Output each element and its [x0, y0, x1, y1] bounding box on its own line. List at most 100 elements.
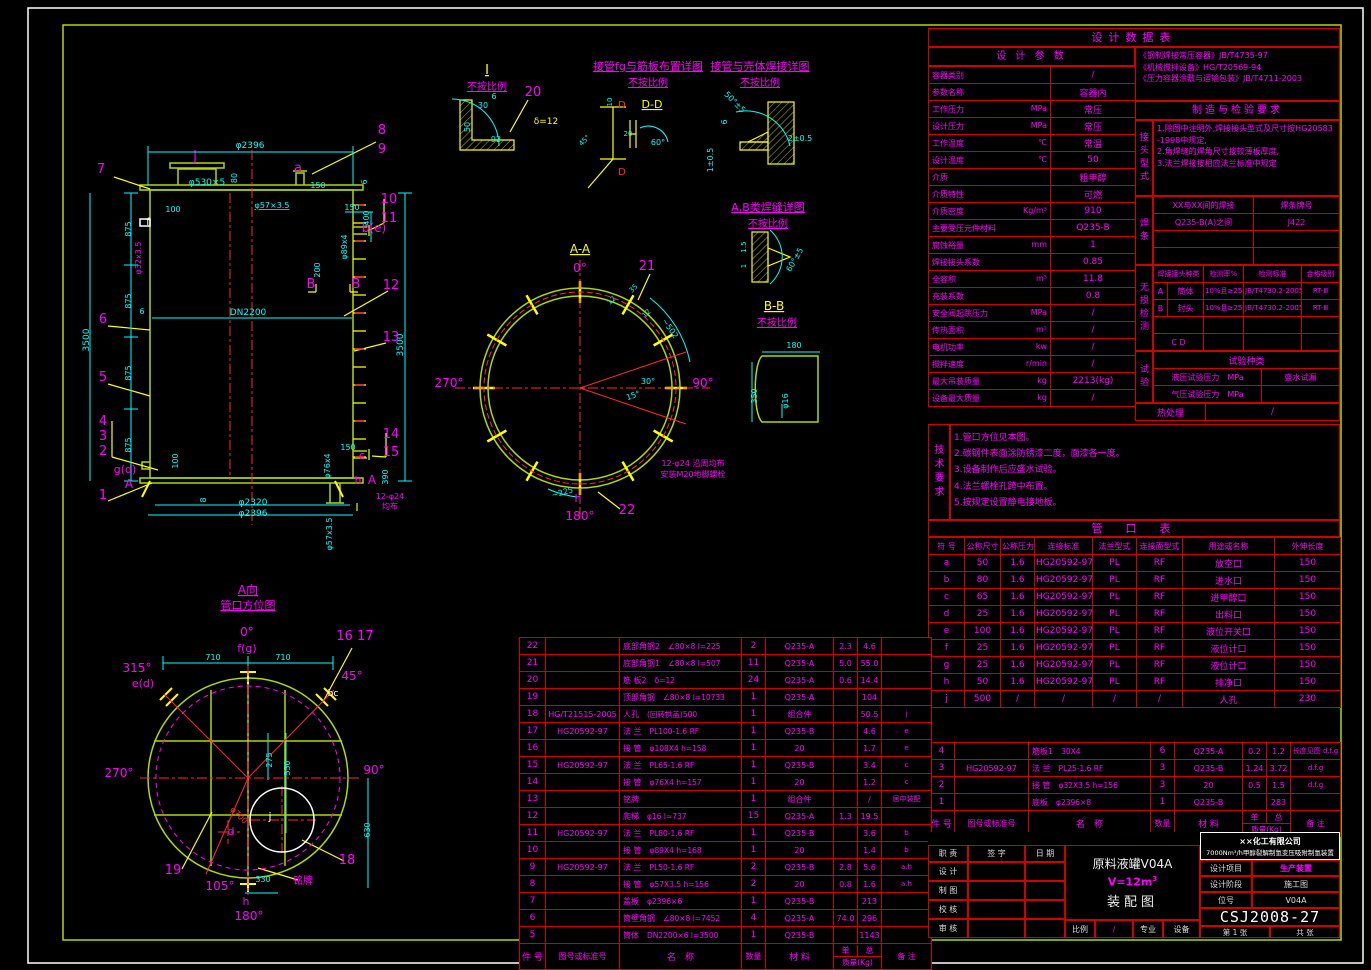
- cell: 法 兰PL25-1.6 RF: [1029, 760, 1151, 777]
- cell: 50.5: [858, 706, 882, 723]
- cell: Q235-A: [766, 638, 834, 655]
- cell: 检测率%: [1204, 266, 1244, 283]
- cell: 全容积m³: [929, 271, 1051, 288]
- cell: 1: [1051, 237, 1136, 254]
- cell: 1: [742, 757, 766, 774]
- cell: 5.0: [834, 655, 858, 672]
- cad-label: I: [485, 63, 489, 78]
- cell: 50: [1051, 152, 1136, 169]
- cad-label: 3500: [82, 328, 92, 351]
- cell: 法 兰PL80-1.6 RF: [620, 825, 742, 842]
- cell: 3: [1151, 777, 1175, 794]
- cell: 500: [965, 691, 1001, 708]
- standard-item: 《机械搅拌设备》HG/T20569-94: [1139, 62, 1336, 74]
- cell: b: [929, 572, 965, 589]
- cell: 11: [742, 655, 766, 672]
- project-value: 生产装置: [1252, 860, 1340, 876]
- cell: 80: [965, 572, 1001, 589]
- technical-requirements: 技术要求 1.管口方位见本图。2.碳钢件表面涂防锈漆二度，面漆各一度。3.设备制…: [928, 424, 1340, 520]
- cell: /: [1137, 691, 1183, 708]
- cell: f: [929, 640, 965, 657]
- sign-cell: [968, 919, 1025, 938]
- cell: 50: [965, 555, 1001, 572]
- techreq-note: 1.管口方位见本图。: [954, 430, 1336, 446]
- cad-label: 1: [99, 488, 107, 503]
- cad-label: 550: [283, 760, 292, 775]
- cad-label: 1: [740, 264, 748, 268]
- cell: 公称尺寸: [965, 538, 1001, 555]
- cad-label: 铭牌: [293, 874, 313, 887]
- cell: 100: [965, 623, 1001, 640]
- cell: [546, 638, 620, 655]
- cad-label: 275: [265, 752, 274, 767]
- cell: c: [882, 757, 932, 774]
- company-name: ××化工有限公司: [1239, 836, 1300, 847]
- cell: 粗甲醇: [1051, 169, 1136, 186]
- cell: RF: [1137, 606, 1183, 623]
- cad-label: 150: [310, 181, 325, 190]
- standard-item: 《压力容器涂敷与运输包装》JB/T4711-2003: [1139, 73, 1336, 85]
- cell: JB/T4730.2-2005: [1244, 300, 1302, 317]
- cell: 14.4: [858, 672, 882, 689]
- cad-label: 60°: [651, 138, 665, 147]
- cell: 230: [1275, 691, 1341, 708]
- cell: PL: [1093, 623, 1137, 640]
- cell: 1.6: [1001, 589, 1035, 606]
- cell: /: [1206, 404, 1340, 421]
- cell: b: [882, 842, 932, 859]
- cell: 用途或名称: [1183, 538, 1275, 555]
- cell: HG20592-97: [546, 757, 620, 774]
- cell: 11: [520, 825, 546, 842]
- cell: 出料口: [1183, 606, 1275, 623]
- cell: 接 管φ32X3.5 h=156: [1029, 777, 1151, 794]
- nozzle-table: 符 号公称尺寸公称压力连接标准法兰型式连接面型式用途或名称外伸长度a501.6H…: [928, 537, 1341, 708]
- cell: [834, 825, 858, 842]
- cad-label: 安装M20地脚螺栓: [660, 469, 725, 479]
- cell: 1: [742, 791, 766, 808]
- cell: 3: [1151, 760, 1175, 777]
- cell: PL: [1093, 606, 1137, 623]
- cell: 1: [742, 893, 766, 910]
- cad-label: 150: [340, 443, 355, 452]
- cad-label: δ=12: [534, 117, 559, 127]
- cell: 2213(kg): [1051, 373, 1136, 390]
- cad-label: 875: [124, 437, 133, 452]
- cad-label: 不按比例: [467, 80, 507, 93]
- major-value: 设备: [1163, 920, 1200, 938]
- cell: Q235-B: [766, 893, 834, 910]
- cell: MPa: [1227, 373, 1243, 382]
- cad-label: 180: [786, 341, 801, 350]
- cell: 人孔: [1183, 691, 1275, 708]
- cad-label: g(d): [114, 463, 137, 476]
- techreq-label: 技术要求: [928, 424, 950, 520]
- standard-item: 《钢制焊接常压容器》JB/T4735-97: [1139, 50, 1336, 62]
- cell: Q235-B: [766, 927, 834, 944]
- cell: 2: [929, 777, 955, 794]
- cell: 排净口: [1183, 674, 1275, 691]
- drawing-number: CSJ2008-27: [1200, 908, 1340, 926]
- cell: e: [882, 723, 932, 740]
- cell: 3.4: [858, 757, 882, 774]
- cell: PL: [1093, 640, 1137, 657]
- cell: d: [929, 606, 965, 623]
- cell: a.h: [882, 876, 932, 893]
- date-cell: [1025, 900, 1065, 919]
- cad-label: e(d): [132, 677, 154, 690]
- cad-label: bc: [328, 689, 339, 699]
- cell: 2.8: [834, 859, 858, 876]
- cell: 11.8: [1051, 271, 1136, 288]
- cell: [882, 689, 932, 706]
- cad-label: 4: [99, 414, 107, 429]
- cell: 55.0: [858, 655, 882, 672]
- cell: Q235-A: [1175, 743, 1243, 760]
- cell: 21: [520, 655, 546, 672]
- cad-label: 2±0.5: [788, 134, 813, 143]
- cell: 容器内: [1051, 84, 1136, 101]
- cad-label: 20: [624, 130, 633, 138]
- cad-label: 100: [165, 205, 180, 214]
- cell: [834, 774, 858, 791]
- cell: 19.5: [858, 808, 882, 825]
- cad-label: 18: [339, 853, 356, 868]
- cad-label: 0°: [573, 261, 587, 275]
- cell: 15: [742, 808, 766, 825]
